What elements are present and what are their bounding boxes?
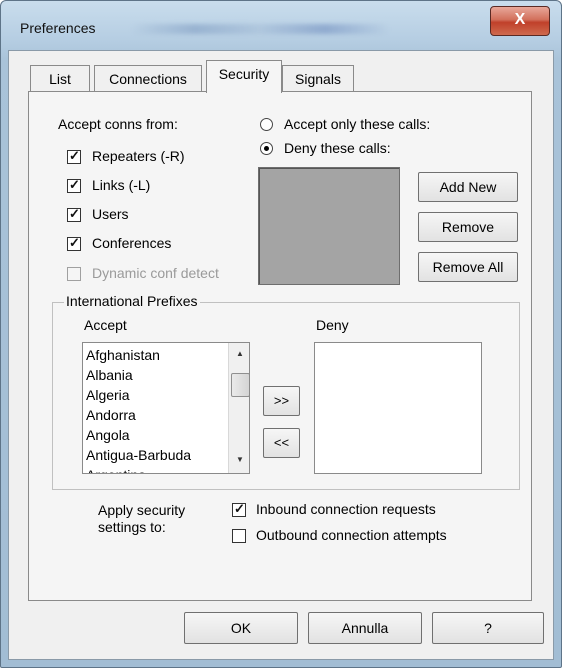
apply-security-label-line1: Apply security (98, 502, 186, 518)
accept-prefix-item[interactable]: Algeria (83, 385, 249, 405)
inbound-checkbox[interactable] (232, 501, 246, 517)
accept-prefix-item[interactable]: Afghanistan (83, 345, 249, 365)
tab-connections[interactable]: Connections (94, 65, 202, 92)
accept-prefix-item[interactable]: Antigua-Barbuda (83, 445, 249, 465)
deny-calls-radio[interactable] (260, 142, 273, 155)
help-button[interactable]: ? (432, 612, 544, 644)
dynamic-conf-detect-label: Dynamic conf detect (92, 265, 219, 281)
deny-calls-label: Deny these calls: (284, 140, 391, 156)
repeaters-label: Repeaters (-R) (92, 148, 185, 164)
accept-prefix-item[interactable]: Argentina (83, 465, 249, 473)
add-new-button[interactable]: Add New (418, 172, 518, 202)
tab-signals[interactable]: Signals (282, 65, 354, 92)
move-left-button[interactable]: << (263, 428, 300, 458)
accept-prefix-item[interactable]: Angola (83, 425, 249, 445)
window-title: Preferences (20, 20, 96, 36)
close-button[interactable]: X (490, 6, 550, 36)
outbound-checkbox[interactable] (232, 529, 246, 543)
users-label: Users (92, 206, 129, 222)
remove-button[interactable]: Remove (418, 212, 518, 242)
tab-list[interactable]: List (30, 65, 90, 92)
deny-prefixes-listbox[interactable] (314, 342, 482, 474)
links-label: Links (-L) (92, 177, 151, 193)
conferences-checkbox[interactable] (67, 235, 81, 251)
scroll-thumb[interactable] (231, 373, 249, 397)
accept-prefix-item[interactable]: Andorra (83, 405, 249, 425)
tab-security[interactable]: Security (206, 60, 282, 93)
conferences-label: Conferences (92, 235, 172, 251)
deny-prefixes-label: Deny (316, 317, 349, 333)
accept-prefix-item[interactable]: Albania (83, 365, 249, 385)
outbound-label: Outbound connection attempts (256, 527, 447, 543)
accept-prefixes-listbox[interactable]: Afghanistan Albania Algeria Andorra Angola An… (82, 342, 250, 474)
scroll-up-icon[interactable]: ▲ (236, 349, 244, 358)
accept-conns-label: Accept conns from: (58, 116, 178, 132)
repeaters-checkbox[interactable] (67, 148, 81, 164)
remove-all-button[interactable]: Remove All (418, 252, 518, 282)
international-prefixes-legend: International Prefixes (64, 293, 200, 309)
accept-only-calls-label: Accept only these calls: (284, 116, 431, 132)
links-checkbox[interactable] (67, 177, 81, 193)
users-checkbox[interactable] (67, 206, 81, 222)
dynamic-conf-detect-checkbox[interactable] (67, 267, 81, 281)
ok-button[interactable]: OK (184, 612, 298, 644)
accept-prefixes-label: Accept (84, 317, 127, 333)
move-right-button[interactable]: >> (263, 386, 300, 416)
title-blur (130, 24, 390, 34)
cancel-button[interactable]: Annulla (308, 612, 422, 644)
accept-list-scrollbar[interactable]: ▲ ▼ (228, 343, 249, 473)
inbound-label: Inbound connection requests (256, 501, 436, 517)
calls-list[interactable] (258, 167, 400, 285)
apply-security-label-line2: settings to: (98, 519, 166, 535)
scroll-down-icon[interactable]: ▼ (236, 455, 244, 464)
accept-only-calls-radio[interactable] (260, 118, 273, 131)
